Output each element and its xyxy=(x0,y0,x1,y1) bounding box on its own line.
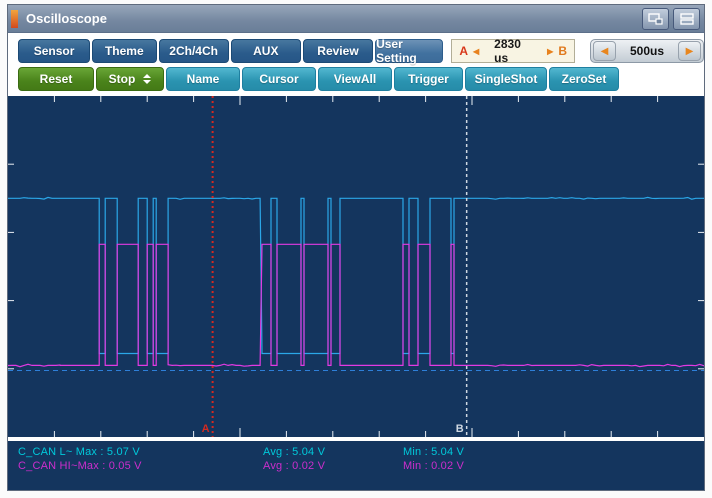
theme-button[interactable]: Theme xyxy=(92,39,157,63)
ch2-max-readout: C_CAN HI~Max : 0.05 V xyxy=(18,460,142,472)
svg-text:A: A xyxy=(202,423,210,435)
viewall-button[interactable]: ViewAll xyxy=(318,67,392,91)
stop-button[interactable]: Stop xyxy=(96,67,164,91)
timebase-value: 500us xyxy=(629,44,665,58)
channel1-measurements: C_CAN L~ Max : 5.07 V Avg : 5.04 V Min :… xyxy=(18,446,704,458)
svg-text:B: B xyxy=(456,423,464,435)
sensor-button[interactable]: Sensor xyxy=(18,39,91,63)
title-accent xyxy=(11,9,18,28)
trigger-button[interactable]: Trigger xyxy=(394,67,463,91)
title-bar: Oscilloscope xyxy=(8,5,704,33)
zeroset-button[interactable]: ZeroSet xyxy=(549,67,619,91)
channel-mode-button[interactable]: 2Ch/4Ch xyxy=(158,39,229,63)
cursor-b-label: B xyxy=(558,44,567,58)
timebase-decrease-button[interactable]: ◀ xyxy=(593,41,616,61)
cascade-windows-button[interactable] xyxy=(642,7,669,30)
cascade-windows-icon xyxy=(648,12,663,25)
stacked-windows-button[interactable] xyxy=(673,7,700,30)
singleshot-button[interactable]: SingleShot xyxy=(465,67,547,91)
timebase-selector: ◀ 500us ▶ xyxy=(590,39,704,63)
ch2-min-readout: Min : 0.02 V xyxy=(403,460,465,472)
toolbar-row-1: Sensor Theme 2Ch/4Ch AUX Review User Set… xyxy=(8,33,704,65)
ch1-avg-readout: Avg : 5.04 V xyxy=(263,446,326,458)
ab-cursor-readout[interactable]: A ◀ 2830 us ▶ B xyxy=(451,37,575,65)
oscilloscope-window: Oscilloscope Sensor Theme 2Ch/4Ch AUX Re… xyxy=(7,4,705,491)
measurement-statusbar: C_CAN L~ Max : 5.07 V Avg : 5.04 V Min :… xyxy=(8,441,704,490)
run-stop-spinner-icon xyxy=(143,74,152,84)
ab-delta-value: 2830 us xyxy=(494,37,521,65)
scope-canvas[interactable]: AB xyxy=(8,96,704,437)
user-setting-button[interactable]: User Setting xyxy=(375,37,444,65)
reset-button[interactable]: Reset xyxy=(18,67,94,91)
cursor-a-arrow-icon: ◀ xyxy=(473,46,480,56)
channel2-measurements: C_CAN HI~Max : 0.05 V Avg : 0.02 V Min :… xyxy=(18,460,704,472)
window-title: Oscilloscope xyxy=(26,11,107,26)
timebase-increase-button[interactable]: ▶ xyxy=(678,41,701,61)
stacked-windows-icon xyxy=(679,12,694,25)
name-button[interactable]: Name xyxy=(166,67,240,91)
cursor-b-arrow-icon: ▶ xyxy=(547,46,554,56)
review-button[interactable]: Review xyxy=(302,39,374,63)
cursor-a-label: A xyxy=(459,44,469,58)
ch1-min-readout: Min : 5.04 V xyxy=(403,446,465,458)
stop-button-label: Stop xyxy=(108,72,136,86)
left-arrow-icon: ◀ xyxy=(600,45,609,57)
ch2-avg-readout: Avg : 0.02 V xyxy=(263,460,326,472)
right-arrow-icon: ▶ xyxy=(685,45,694,57)
aux-button[interactable]: AUX xyxy=(230,39,301,63)
toolbar-row-2: Reset Stop Name Cursor ViewAll Trigger S… xyxy=(8,65,704,91)
cursor-button[interactable]: Cursor xyxy=(242,67,316,91)
ch1-max-readout: C_CAN L~ Max : 5.07 V xyxy=(18,446,140,458)
